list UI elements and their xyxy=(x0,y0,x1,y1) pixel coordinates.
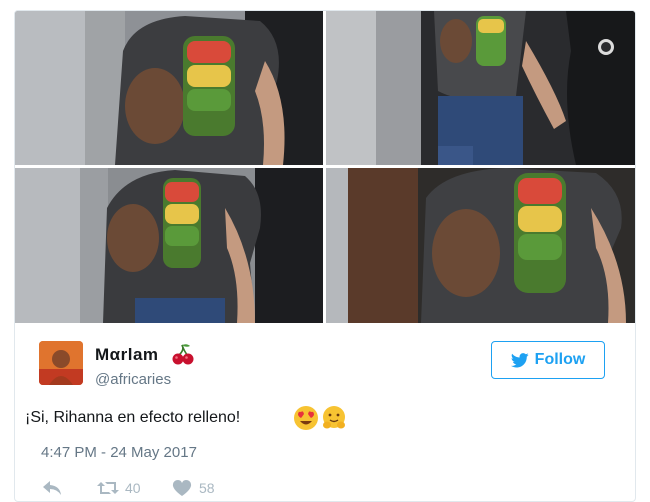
retweet-count: 40 xyxy=(125,480,141,496)
reply-button[interactable] xyxy=(41,479,63,497)
tweet-photo-1[interactable] xyxy=(15,11,323,165)
tweet-photo-2[interactable] xyxy=(326,11,635,165)
photo-2-image xyxy=(326,11,635,165)
photo-4-image xyxy=(326,168,635,323)
like-count: 58 xyxy=(199,480,215,496)
user-handle[interactable]: @africaries xyxy=(95,371,171,388)
heart-icon xyxy=(172,480,192,496)
tweet-actions: 40 58 xyxy=(41,479,341,501)
cherry-icon xyxy=(171,342,195,366)
follow-label: Follow xyxy=(534,351,586,368)
like-button[interactable]: 58 xyxy=(171,479,215,497)
twitter-bird-icon xyxy=(510,352,529,367)
tweet-photo-4[interactable] xyxy=(326,168,635,323)
tweet-text: ¡Si, Rihanna en efecto relleno! xyxy=(25,409,241,426)
follow-button[interactable]: Follow xyxy=(491,341,605,379)
tweet-timestamp[interactable]: 4:47 PM - 24 May 2017 xyxy=(41,444,197,461)
avatar-image xyxy=(39,341,83,385)
avatar[interactable] xyxy=(39,341,83,385)
tweet-card: Mαrlam @africaries Follow ¡Si, Rihanna e… xyxy=(14,10,636,502)
hugging-emoji-icon xyxy=(321,405,347,431)
photo-grid xyxy=(15,11,635,323)
tweet-photo-3[interactable] xyxy=(15,168,323,323)
photo-1-image xyxy=(15,11,323,165)
retweet-icon xyxy=(97,482,119,494)
reply-icon xyxy=(43,481,61,495)
photo-3-image xyxy=(15,168,323,323)
retweet-button[interactable]: 40 xyxy=(97,479,141,497)
heart-eyes-emoji-icon xyxy=(293,405,319,431)
user-name[interactable]: Mαrlam xyxy=(95,345,159,365)
